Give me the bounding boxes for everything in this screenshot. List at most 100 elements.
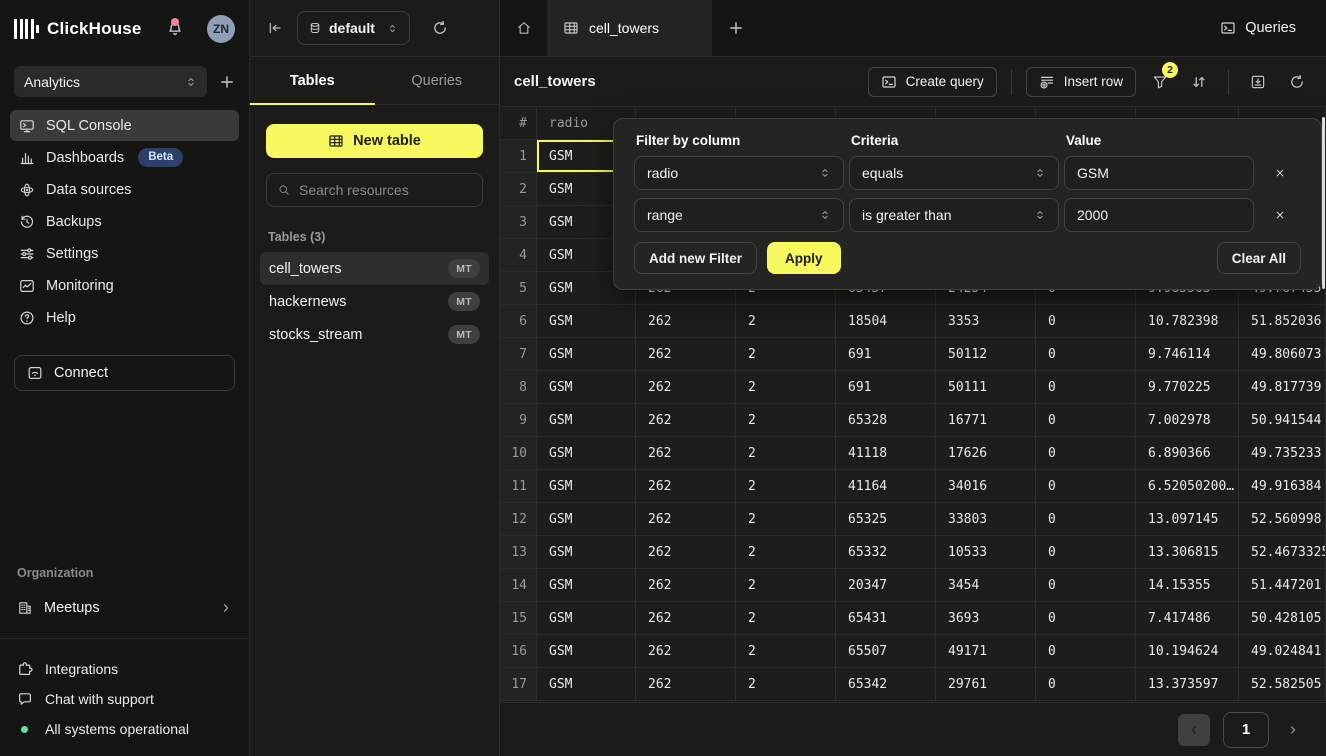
cell[interactable]: 13.097145 <box>1136 503 1239 536</box>
cell[interactable]: 0 <box>1036 404 1136 437</box>
cell[interactable]: 41118 <box>836 437 936 470</box>
cell[interactable]: 262 <box>636 668 736 701</box>
clear-all-button[interactable]: Clear All <box>1217 242 1301 274</box>
cell[interactable]: 2 <box>736 305 836 338</box>
filter-criteria-select[interactable]: is greater than <box>849 198 1059 232</box>
footer-item-integrations[interactable]: Integrations <box>0 654 249 684</box>
insert-row-button[interactable]: Insert row <box>1026 67 1136 97</box>
cell[interactable]: 52.560998 <box>1239 503 1326 536</box>
cell[interactable]: 2 <box>736 503 836 536</box>
connect-button[interactable]: Connect <box>14 355 235 391</box>
cell[interactable]: GSM <box>537 338 636 371</box>
footer-item-chat-with-support[interactable]: Chat with support <box>0 684 249 714</box>
cell[interactable]: GSM <box>537 668 636 701</box>
database-selector[interactable]: default <box>297 11 410 45</box>
cell[interactable]: 0 <box>1036 437 1136 470</box>
search-input[interactable]: Search resources <box>266 173 483 207</box>
sidebar-item-settings[interactable]: Settings <box>10 238 239 269</box>
table-item-cell-towers[interactable]: cell_towersMT <box>260 252 489 285</box>
cell[interactable]: 3693 <box>936 602 1036 635</box>
cell[interactable]: 2 <box>736 668 836 701</box>
cell[interactable]: 6.52050200… <box>1136 470 1239 503</box>
cell[interactable]: 3353 <box>936 305 1036 338</box>
cell[interactable]: 65325 <box>836 503 936 536</box>
cell[interactable]: GSM <box>537 404 636 437</box>
cell[interactable]: 65342 <box>836 668 936 701</box>
cell[interactable]: 262 <box>636 602 736 635</box>
filter-criteria-select[interactable]: equals <box>849 156 1059 190</box>
filter-button[interactable]: 2 <box>1145 67 1175 97</box>
close-icon[interactable] <box>1274 209 1286 221</box>
cell[interactable]: 65431 <box>836 602 936 635</box>
cell[interactable]: 50111 <box>936 371 1036 404</box>
sidebar-item-data-sources[interactable]: Data sources <box>10 174 239 205</box>
cell[interactable]: 33803 <box>936 503 1036 536</box>
cell[interactable]: 2 <box>736 404 836 437</box>
cell[interactable]: 50.941544 <box>1239 404 1326 437</box>
footer-item-all-systems-operational[interactable]: All systems operational <box>0 714 249 744</box>
cell[interactable]: GSM <box>537 503 636 536</box>
cell[interactable]: GSM <box>537 602 636 635</box>
cell[interactable]: GSM <box>537 437 636 470</box>
sidebar-item-help[interactable]: Help <box>10 302 239 333</box>
cell[interactable]: 50.428105 <box>1239 602 1326 635</box>
cell[interactable]: 49171 <box>936 635 1036 668</box>
cell[interactable]: GSM <box>537 635 636 668</box>
cell[interactable]: 50112 <box>936 338 1036 371</box>
cell[interactable]: 52.582505 <box>1239 668 1326 701</box>
table-item-stocks-stream[interactable]: stocks_streamMT <box>260 318 489 351</box>
sort-button[interactable] <box>1184 67 1214 97</box>
cell[interactable]: 49.024841 <box>1239 635 1326 668</box>
cell[interactable]: GSM <box>537 470 636 503</box>
cell[interactable]: 65507 <box>836 635 936 668</box>
cell[interactable]: 49.817739 <box>1239 371 1326 404</box>
cell[interactable]: 20347 <box>836 569 936 602</box>
sidebar-item-sql-console[interactable]: SQL Console <box>10 110 239 141</box>
sidebar-item-meetups[interactable]: Meetups <box>0 591 249 625</box>
cell[interactable]: 49.916384 <box>1239 470 1326 503</box>
cell[interactable]: 41164 <box>836 470 936 503</box>
tab-queries[interactable]: Queries <box>375 57 500 104</box>
table-item-hackernews[interactable]: hackernewsMT <box>260 285 489 318</box>
cell[interactable]: 0 <box>1036 305 1136 338</box>
cell[interactable]: 3454 <box>936 569 1036 602</box>
close-icon[interactable] <box>1274 167 1286 179</box>
cell[interactable]: 0 <box>1036 635 1136 668</box>
sidebar-item-monitoring[interactable]: Monitoring <box>10 270 239 301</box>
cell[interactable]: 10.194624 <box>1136 635 1239 668</box>
workspace-selector[interactable]: Analytics <box>14 66 207 97</box>
cell[interactable]: 0 <box>1036 338 1136 371</box>
cell[interactable]: 7.417486 <box>1136 602 1239 635</box>
new-table-button[interactable]: New table <box>266 124 483 158</box>
refresh-icon[interactable] <box>432 20 448 36</box>
cell[interactable]: GSM <box>537 536 636 569</box>
collapse-panel-icon[interactable] <box>267 20 283 36</box>
cell[interactable]: 2 <box>736 470 836 503</box>
queries-button[interactable]: Queries <box>1220 0 1326 56</box>
cell[interactable]: 52.4673325 <box>1239 536 1326 569</box>
cell[interactable]: 262 <box>636 569 736 602</box>
prev-page-button[interactable] <box>1178 714 1210 746</box>
cell[interactable]: 0 <box>1036 470 1136 503</box>
cell[interactable]: 262 <box>636 536 736 569</box>
scrollbar-thumb[interactable] <box>1322 117 1325 289</box>
apply-filter-button[interactable]: Apply <box>767 242 841 274</box>
create-query-button[interactable]: Create query <box>868 67 997 97</box>
cell[interactable]: 262 <box>636 305 736 338</box>
next-page-button[interactable] <box>1282 724 1304 736</box>
cell[interactable]: 9.746114 <box>1136 338 1239 371</box>
cell[interactable]: 691 <box>836 371 936 404</box>
cell[interactable]: 49.735233 <box>1239 437 1326 470</box>
new-tab-button[interactable] <box>712 0 760 56</box>
cell[interactable]: 2 <box>736 569 836 602</box>
cell[interactable]: 262 <box>636 503 736 536</box>
add-service-button[interactable] <box>219 74 235 90</box>
tab-tables[interactable]: Tables <box>250 57 375 104</box>
cell[interactable]: 262 <box>636 437 736 470</box>
cell[interactable]: 0 <box>1036 668 1136 701</box>
cell[interactable]: 10533 <box>936 536 1036 569</box>
cell[interactable]: 262 <box>636 404 736 437</box>
cell[interactable]: 262 <box>636 371 736 404</box>
cell[interactable]: GSM <box>537 371 636 404</box>
cell[interactable]: 262 <box>636 470 736 503</box>
